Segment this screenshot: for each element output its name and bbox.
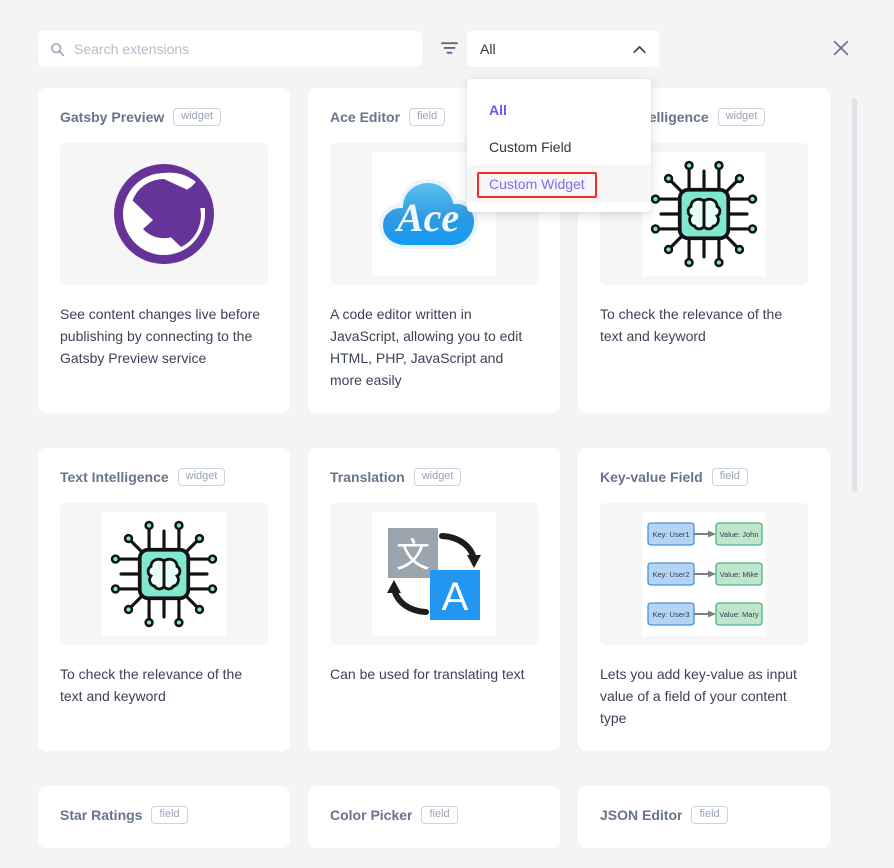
dropdown-option-custom-widget[interactable]: Custom Widget (467, 165, 651, 202)
thumbnail-inner: Key: User1 Value: John Key: User2 Value:… (642, 512, 766, 636)
card-header: Key-value Field field (600, 468, 808, 486)
dropdown-option-custom-field[interactable]: Custom Field (467, 128, 651, 165)
extension-thumbnail: 文 A (330, 503, 538, 645)
extension-type-badge: widget (177, 468, 226, 486)
thumbnail-inner: 文 A (372, 512, 496, 636)
extension-description: Can be used for translating text (330, 666, 525, 682)
extension-type-badge: widget (413, 468, 462, 486)
search-field[interactable] (38, 31, 422, 67)
card-header: Gatsby Preview widget (60, 108, 268, 126)
extension-card-gatsby-preview[interactable]: Gatsby Preview widget See content change… (38, 88, 290, 413)
thumbnail-inner (642, 152, 766, 276)
extension-card-translation[interactable]: Translation widget 文 A Can be used for t… (308, 448, 560, 751)
extension-description: To check the relevance of the text and k… (600, 306, 783, 344)
translate-icon: 文 A (387, 528, 481, 620)
key-label-3: Key: User3 (652, 610, 689, 619)
extensions-row: Gatsby Preview widget See content change… (0, 88, 894, 413)
card-header: Text Intelligence widget (60, 468, 268, 486)
extensions-grid: Gatsby Preview widget See content change… (0, 88, 894, 868)
extension-type-badge: widget (173, 108, 222, 126)
extension-title: Ace Editor (330, 109, 401, 125)
card-header: Color Picker field (330, 806, 538, 824)
extension-description: A code editor written in JavaScript, all… (330, 306, 523, 388)
extension-type-badge: field (421, 806, 458, 824)
extension-thumbnail (60, 503, 268, 645)
extension-type-badge: field (691, 806, 728, 824)
chevron-up-icon (633, 45, 646, 53)
extension-thumbnail (60, 143, 268, 285)
extension-title: Color Picker (330, 807, 413, 823)
close-icon (833, 40, 849, 56)
extension-title: Key-value Field (600, 469, 703, 485)
filter-icon[interactable] (441, 41, 458, 56)
extension-title: Gatsby Preview (60, 109, 165, 125)
search-icon (51, 42, 65, 56)
extensions-marketplace-panel: All All Custom Field Custom Widget (0, 0, 894, 868)
extension-description: Lets you add key-value as input value of… (600, 666, 797, 726)
extension-card-json-editor[interactable]: JSON Editor field (578, 786, 830, 848)
search-input[interactable] (74, 41, 410, 57)
value-label-1: Value: John (719, 530, 758, 539)
extension-card-star-ratings[interactable]: Star Ratings field (38, 786, 290, 848)
extension-description: To check the relevance of the text and k… (60, 666, 243, 704)
extension-title: JSON Editor (600, 807, 683, 823)
extension-type-dropdown[interactable]: All Custom Field Custom Widget (467, 79, 651, 212)
key-value-diagram-icon: Key: User1 Value: John Key: User2 Value:… (647, 522, 763, 626)
value-label-3: Value: Mary (719, 610, 759, 619)
dropdown-option-label: All (489, 101, 507, 118)
toolbar: All (0, 0, 894, 88)
key-label-2: Key: User2 (652, 570, 689, 579)
dropdown-option-label: Custom Field (489, 138, 572, 155)
extension-type-badge: widget (717, 108, 766, 126)
extension-type-select[interactable]: All (467, 31, 659, 67)
thumbnail-inner (102, 512, 226, 636)
card-header: Star Ratings field (60, 806, 268, 824)
extension-type-badge: field (711, 468, 748, 486)
gatsby-logo-icon (114, 164, 214, 264)
extension-title: Star Ratings (60, 807, 143, 823)
select-value: All (480, 41, 496, 57)
extension-type-badge: field (151, 806, 188, 824)
translate-target-glyph: A (442, 575, 469, 619)
card-header: JSON Editor field (600, 806, 808, 824)
extension-card-key-value-field[interactable]: Key-value Field field Key: User1 Value: … (578, 448, 830, 751)
ai-chip-brain-icon (110, 520, 218, 628)
extension-thumbnail: Key: User1 Value: John Key: User2 Value:… (600, 503, 808, 645)
extensions-row: Star Ratings field Color Picker field JS… (0, 786, 894, 848)
vertical-scrollbar-thumb[interactable] (852, 98, 857, 492)
ai-chip-brain-icon (650, 160, 758, 268)
extension-card-color-picker[interactable]: Color Picker field (308, 786, 560, 848)
card-header: Translation widget (330, 468, 538, 486)
dropdown-option-all[interactable]: All (467, 91, 651, 128)
ace-wordmark: Ace (394, 195, 459, 240)
extensions-row: Text Intelligence widget To check the re… (0, 448, 894, 751)
extension-title: Translation (330, 469, 405, 485)
key-label-1: Key: User1 (652, 530, 689, 539)
value-label-2: Value: Mike (720, 570, 759, 579)
close-button[interactable] (827, 34, 855, 62)
extension-type-badge: field (409, 108, 446, 126)
extension-description: See content changes live before publishi… (60, 306, 261, 366)
translate-source-glyph: 文 (396, 536, 430, 576)
extension-title: Text Intelligence (60, 469, 169, 485)
extension-card-text-intelligence-2[interactable]: Text Intelligence widget To check the re… (38, 448, 290, 751)
dropdown-option-label: Custom Widget (489, 175, 585, 192)
